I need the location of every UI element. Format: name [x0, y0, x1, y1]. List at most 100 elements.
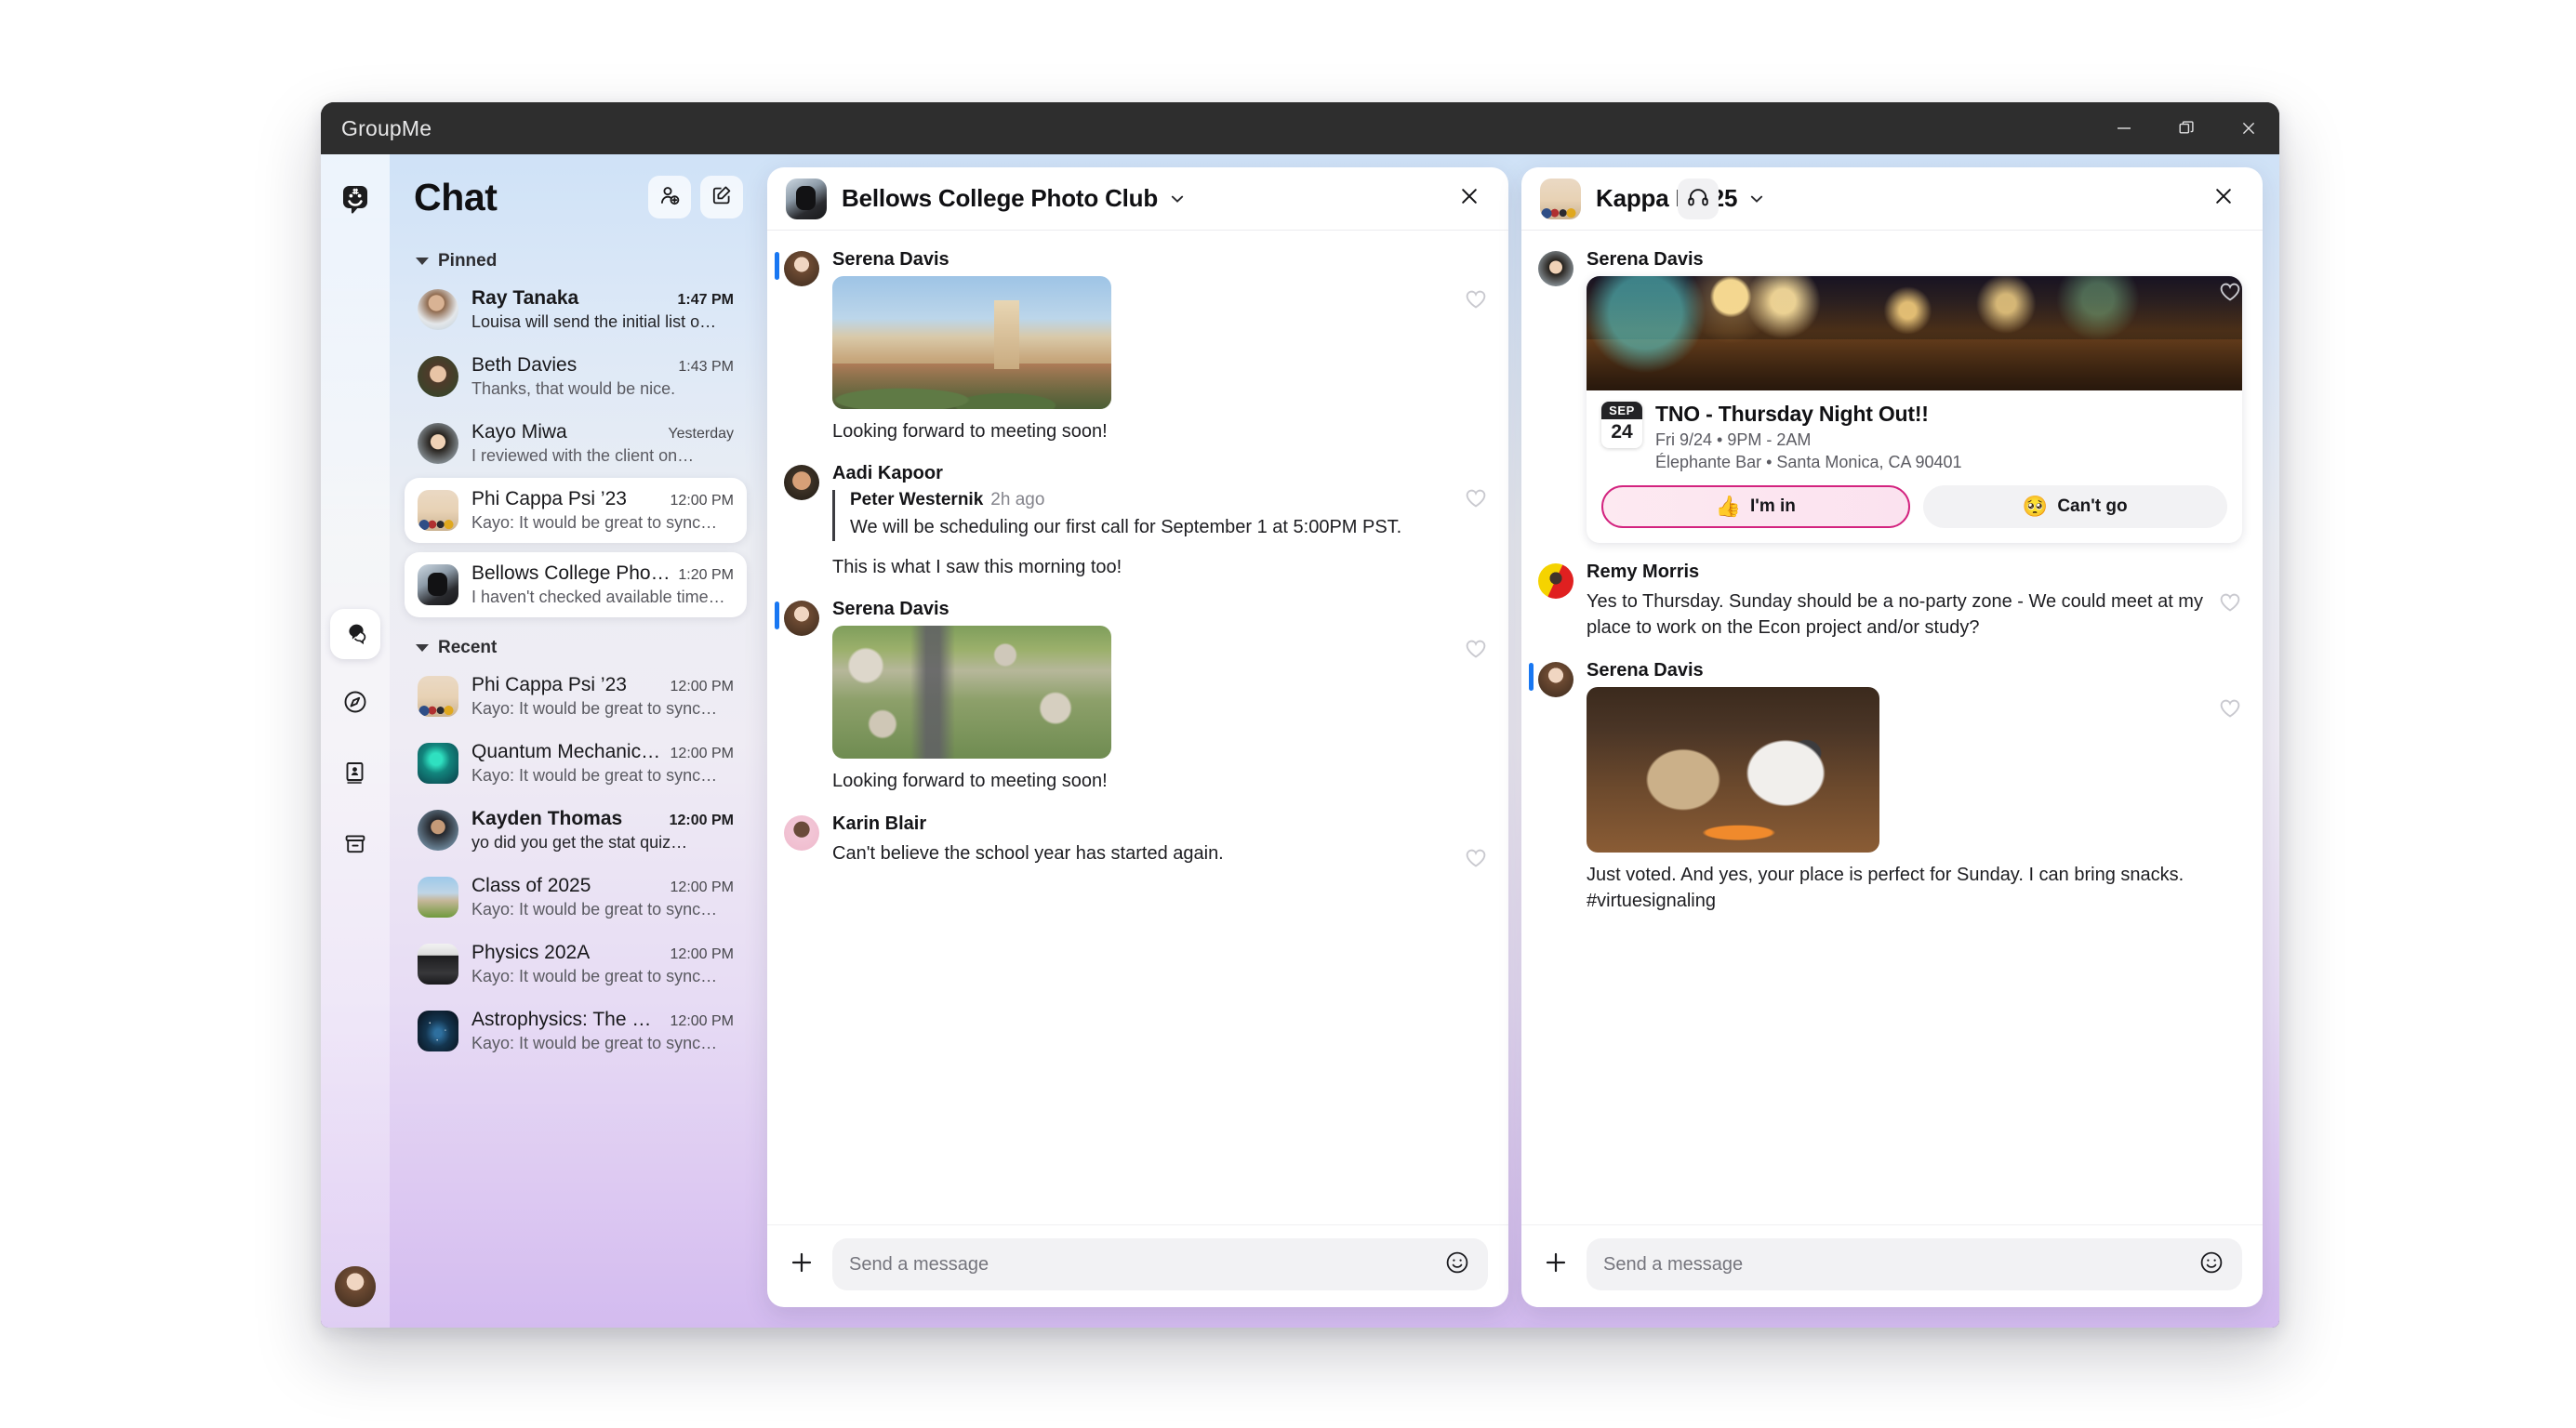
avatar[interactable]: [784, 601, 819, 636]
sidebar-item-archive[interactable]: [330, 821, 380, 871]
avatar-image: [418, 490, 458, 531]
chat-list-item[interactable]: Bellows College Photo Club1:20 PMI haven…: [405, 552, 747, 617]
rsvp-yes-button[interactable]: 👍 I'm in: [1601, 485, 1910, 528]
chat-item-preview: Kayo: It would be great to sync…: [471, 513, 734, 533]
message-text: Looking forward to meeting soon!: [832, 768, 1488, 794]
chevron-down-icon[interactable]: [1167, 189, 1188, 209]
quoted-message[interactable]: Peter Westernik2h ago We will be schedul…: [832, 490, 1488, 540]
heart-icon[interactable]: [1462, 483, 1490, 511]
profile-avatar[interactable]: [335, 1266, 376, 1307]
avatar: [418, 423, 458, 464]
section-header-recent[interactable]: Recent: [405, 627, 747, 664]
conversation-avatar[interactable]: [1540, 178, 1581, 219]
avatar: [418, 1011, 458, 1051]
message-item: Serena Davis Looking forward to meeting …: [767, 240, 1508, 454]
sidebar-item-discover[interactable]: [330, 680, 380, 730]
message-input[interactable]: Send a message: [832, 1238, 1488, 1290]
event-location: Élephante Bar • Santa Monica, CA 90401: [1655, 453, 1962, 472]
app-window: GroupMe: [321, 102, 2279, 1328]
avatar[interactable]: [784, 815, 819, 851]
message-body: Aadi Kapoor Peter Westernik2h ago We wil…: [819, 463, 1488, 580]
conversation-avatar[interactable]: [786, 178, 827, 219]
heart-icon[interactable]: [2216, 277, 2244, 305]
avatar[interactable]: [784, 465, 819, 500]
close-conversation-button[interactable]: [2205, 180, 2242, 218]
emoji-button[interactable]: [1443, 1250, 1471, 1278]
chat-item-content: Kayo MiwaYesterdayI reviewed with the cl…: [471, 421, 734, 466]
chat-list-item[interactable]: Phi Cappa Psi ’2312:00 PMKayo: It would …: [405, 664, 747, 729]
heart-icon[interactable]: [1462, 284, 1490, 312]
chat-list-item[interactable]: Beth Davies1:43 PMThanks, that would be …: [405, 344, 747, 409]
chat-list-item[interactable]: Kayden Thomas12:00 PMyo did you get the …: [405, 798, 747, 863]
chevron-down-icon[interactable]: [1746, 189, 1767, 209]
chat-item-content: Astrophysics: The Violent…12:00 PMKayo: …: [471, 1009, 734, 1053]
close-button[interactable]: [2217, 102, 2279, 154]
message-rail: [767, 813, 819, 866]
emoji-button[interactable]: [2198, 1250, 2225, 1278]
chat-list-item[interactable]: Kayo MiwaYesterdayI reviewed with the cl…: [405, 411, 747, 476]
window-controls: [2092, 102, 2279, 154]
chat-item-content: Beth Davies1:43 PMThanks, that would be …: [471, 354, 734, 399]
chat-list-body[interactable]: Pinned Ray Tanaka1:47 PMLouisa will send …: [405, 240, 747, 1065]
chat-list-item[interactable]: Physics 202A12:00 PMKayo: It would be gr…: [405, 932, 747, 997]
chat-item-time: 12:00 PM: [671, 746, 734, 762]
chat-list-item[interactable]: Astrophysics: The Violent…12:00 PMKayo: …: [405, 998, 747, 1064]
chat-list-item[interactable]: Phi Cappa Psi ’2312:00 PMKayo: It would …: [405, 478, 747, 543]
chat-list-item[interactable]: Ray Tanaka1:47 PMLouisa will send the in…: [405, 277, 747, 342]
chat-item-time: 12:00 PM: [671, 879, 734, 896]
headphones-button[interactable]: [1678, 178, 1719, 219]
message-rail: [1521, 562, 1573, 641]
avatar[interactable]: [1538, 563, 1573, 599]
chat-item-name: Kayo Miwa: [471, 421, 660, 443]
close-conversation-button[interactable]: [1451, 180, 1488, 218]
message-photo[interactable]: [1587, 687, 1879, 853]
message-list[interactable]: Serena Davis Looking forward to meeting …: [767, 231, 1508, 1224]
avatar[interactable]: [784, 251, 819, 286]
conversation-title: Bellows College Photo Club: [842, 184, 1158, 213]
section-header-pinned[interactable]: Pinned: [405, 240, 747, 277]
heart-icon[interactable]: [2216, 588, 2244, 615]
avatar[interactable]: [1538, 251, 1573, 286]
heart-icon[interactable]: [1462, 634, 1490, 662]
chat-item-time: 12:00 PM: [671, 493, 734, 509]
sidebar-item-chats[interactable]: [330, 609, 380, 659]
chat-item-time: Yesterday: [668, 426, 734, 443]
groupme-logo-icon: [337, 182, 374, 224]
add-attachment-button[interactable]: [1540, 1249, 1572, 1280]
rsvp-no-button[interactable]: 🥺 Can't go: [1923, 485, 2228, 528]
conversation-bellows: Bellows College Photo Club: [767, 167, 1508, 1307]
message-rail: [767, 463, 819, 580]
minimize-button[interactable]: [2092, 102, 2155, 154]
message-input[interactable]: Send a message: [1587, 1238, 2242, 1290]
chat-item-time: 12:00 PM: [670, 813, 734, 829]
add-attachment-button[interactable]: [786, 1249, 817, 1280]
event-card[interactable]: SEP 24 TNO - Thursday Night Out!! Fri 9/…: [1587, 276, 2242, 543]
heart-icon[interactable]: [1462, 843, 1490, 871]
chat-item-name: Astrophysics: The Violent…: [471, 1009, 663, 1031]
chat-item-content: Ray Tanaka1:47 PMLouisa will send the in…: [471, 287, 734, 332]
aerial-neighborhood-photo: [832, 626, 1111, 759]
conversation-kappa-pi: Kappa Pi ’25: [1521, 167, 2263, 1307]
maximize-button[interactable]: [2155, 102, 2217, 154]
message-composer: Send a message: [767, 1224, 1508, 1307]
chat-item-time: 12:00 PM: [671, 679, 734, 695]
avatar-image: [418, 944, 458, 985]
message-photo[interactable]: [832, 626, 1111, 759]
message-rail: [767, 249, 819, 444]
heart-icon[interactable]: [2216, 694, 2244, 721]
message-photo[interactable]: [832, 276, 1111, 409]
message-text: Just voted. And yes, your place is perfe…: [1587, 862, 2242, 915]
message-list[interactable]: Serena Davis SEP 24 TNO - Thursday: [1521, 231, 2263, 1224]
avatar: [418, 944, 458, 985]
chat-item-preview: Thanks, that would be nice.: [471, 379, 734, 399]
add-person-button[interactable]: [648, 176, 691, 218]
chat-item-content: Quantum Mechanics: Wav…12:00 PMKayo: It …: [471, 741, 734, 786]
compose-button[interactable]: [700, 176, 743, 218]
message-body: Remy Morris Yes to Thursday. Sunday shou…: [1573, 562, 2242, 641]
chat-list-item[interactable]: Quantum Mechanics: Wav…12:00 PMKayo: It …: [405, 731, 747, 796]
sidebar-item-contacts[interactable]: [330, 750, 380, 800]
avatar-image: [418, 356, 458, 397]
chat-list-item[interactable]: Class of 202512:00 PMKayo: It would be g…: [405, 865, 747, 930]
avatar[interactable]: [1538, 662, 1573, 697]
caret-down-icon: [416, 644, 429, 652]
